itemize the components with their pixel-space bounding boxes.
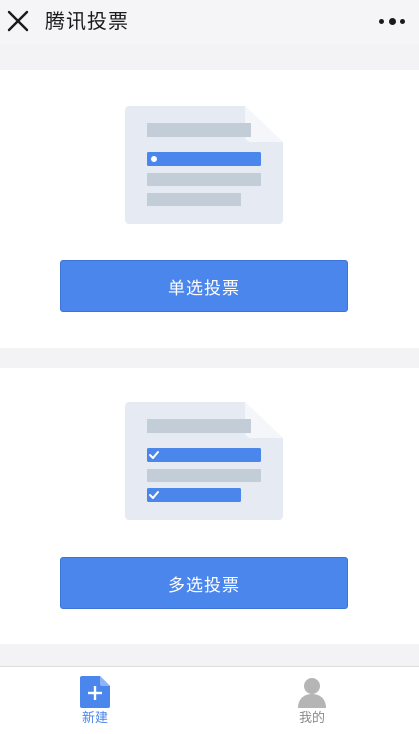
- more-dots-icon-center: [388, 17, 396, 25]
- tab-new-label: 新建: [81, 711, 108, 726]
- multi-vote-button[interactable]: 多选投票: [60, 557, 348, 609]
- more-dots-icon: [379, 18, 384, 24]
- user-icon: [297, 676, 327, 708]
- close-button[interactable]: [6, 9, 30, 33]
- single-vote-card: 单选投票: [0, 70, 419, 348]
- single-vote-button[interactable]: 单选投票: [60, 260, 348, 312]
- multi-choice-doc-icon: [125, 402, 283, 522]
- single-choice-doc-icon: [125, 106, 283, 226]
- more-dots-icon-right: [400, 18, 405, 24]
- bottom-tab-bar: 新建 我的: [0, 666, 419, 734]
- app-header: 腾讯投票: [0, 0, 419, 44]
- new-doc-icon: [80, 676, 110, 708]
- tab-mine-label: 我的: [298, 711, 325, 726]
- tab-new[interactable]: 新建: [55, 667, 135, 734]
- multi-vote-card: 多选投票: [0, 368, 419, 644]
- page-title: 腾讯投票: [45, 9, 129, 33]
- tab-mine[interactable]: 我的: [272, 667, 352, 734]
- close-icon: [7, 10, 29, 32]
- more-options-button[interactable]: [379, 14, 405, 28]
